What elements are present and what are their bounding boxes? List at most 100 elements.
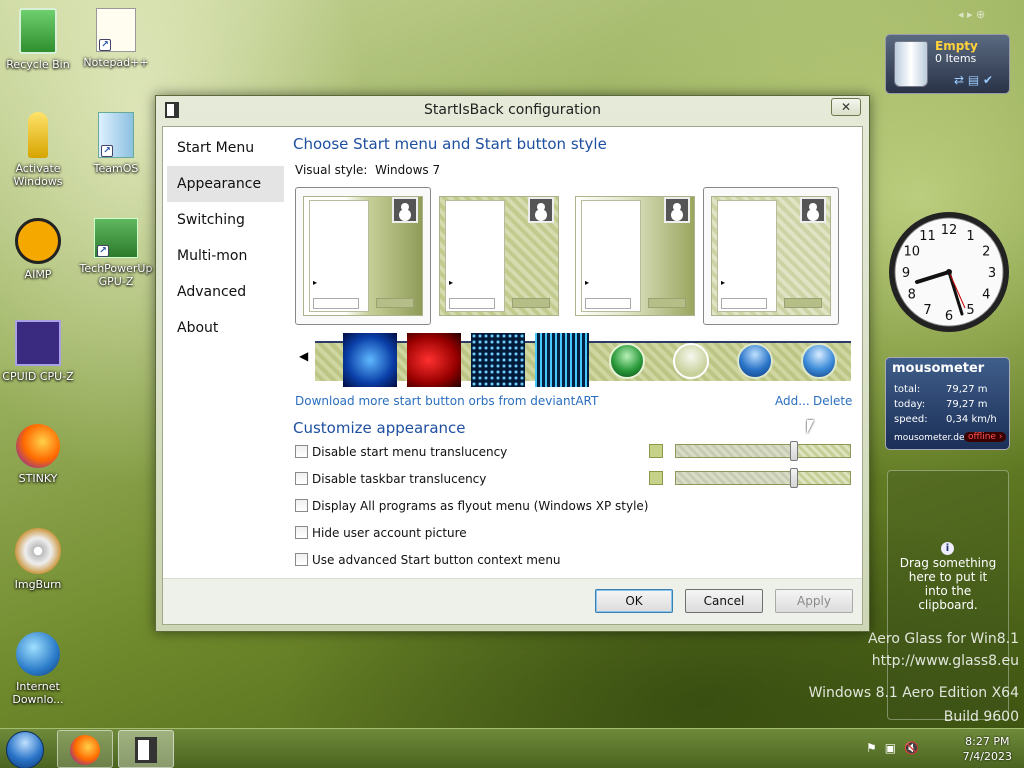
globe-download-icon (16, 632, 60, 676)
orb-clover[interactable] (609, 343, 645, 379)
desktop-icon-gpu-z[interactable]: ↗ TechPowerUp GPU-Z (78, 218, 154, 288)
recycle-actions[interactable]: ⇄ ▤ ✔ (954, 73, 993, 87)
desktop-icon-label: TeamOS (93, 162, 139, 175)
add-orb-link[interactable]: Add... (775, 394, 810, 408)
firefox-icon (16, 424, 60, 468)
close-button[interactable]: ✕ (831, 98, 861, 116)
window-titlebar[interactable]: StartIsBack configuration ✕ (156, 96, 869, 124)
cancel-button[interactable]: Cancel (685, 589, 763, 613)
recycle-bin-icon (19, 8, 57, 54)
checkbox[interactable] (295, 472, 308, 485)
style-thumbnail-4[interactable]: ▸ (703, 187, 839, 325)
disc-icon (15, 528, 61, 574)
option-advanced-context-menu[interactable]: Use advanced Start button context menu (295, 553, 561, 567)
slider-fill (676, 472, 794, 484)
taskbar-startisback-config[interactable] (118, 730, 174, 768)
clock-number: 5 (966, 303, 974, 318)
clipboard-gadget[interactable]: i Drag something here to put it into the… (887, 470, 1009, 720)
desktop-icon-stinky[interactable]: STINKY (0, 424, 76, 485)
clock-gadget[interactable]: 12 1 2 3 4 5 6 7 8 9 10 11 (887, 210, 1011, 334)
clock-number: 3 (988, 266, 996, 281)
checkbox[interactable] (295, 526, 308, 539)
sidebar-item-switching[interactable]: Switching (167, 202, 284, 238)
style-thumbnail-1[interactable]: ▸ (295, 187, 431, 325)
taskbar-firefox[interactable] (57, 730, 113, 768)
sidebar-item-about[interactable]: About (167, 310, 284, 346)
orb-blue-dots[interactable] (471, 333, 525, 387)
start-menu-opacity-slider[interactable] (675, 441, 851, 461)
desktop-icon-aimp[interactable]: AIMP (0, 218, 76, 281)
sidebar: Start Menu Appearance Switching Multi-mo… (163, 127, 288, 624)
apply-button[interactable]: Apply (775, 589, 853, 613)
desktop-icon-label: ImgBurn (14, 578, 62, 591)
ok-button[interactable]: OK (595, 589, 673, 613)
taskbar-color-swatch[interactable] (649, 471, 663, 485)
desktop-icon-idm[interactable]: Internet Downlo... (0, 632, 76, 706)
desktop-icon-label: Activate Windows (13, 162, 63, 188)
watermark-line-2: http://www.glass8.eu (871, 653, 1019, 669)
clock-number: 7 (923, 303, 931, 318)
slider-thumb[interactable] (789, 441, 798, 461)
start-button[interactable] (6, 731, 44, 768)
deviantart-link[interactable]: Download more start button orbs from dev… (295, 394, 598, 408)
gpu-card-icon: ↗ (94, 218, 138, 258)
sidebar-item-appearance[interactable]: Appearance (167, 166, 284, 202)
clock-number: 1 (966, 229, 974, 244)
startisback-config-window[interactable]: StartIsBack configuration ✕ Start Menu A… (155, 95, 870, 632)
clock-number: 12 (941, 223, 958, 238)
visual-style-label: Visual style: Windows 7 (295, 163, 441, 177)
mouse-cursor (807, 420, 814, 434)
window-client: Start Menu Appearance Switching Multi-mo… (162, 126, 863, 625)
window-title: StartIsBack configuration (424, 102, 601, 118)
orb-red[interactable] (407, 333, 461, 387)
visual-style-value: Windows 7 (375, 163, 441, 177)
taskbar-opacity-slider[interactable] (675, 468, 851, 488)
slider-thumb[interactable] (789, 468, 798, 488)
style-thumbnail-2[interactable]: ▸ (431, 187, 567, 325)
watermark-line-1: Aero Glass for Win8.1 (867, 631, 1019, 647)
sidebar-item-advanced[interactable]: Advanced (167, 274, 284, 310)
desktop-icon-teamos[interactable]: ↗ TeamOS (78, 112, 154, 175)
option-disable-taskbar-translucency[interactable]: Disable taskbar translucency (295, 472, 486, 486)
orb-blue-bars[interactable] (535, 333, 589, 387)
appearance-panel: Choose Start menu and Start button style… (293, 127, 862, 578)
sidebar-item-start-menu[interactable]: Start Menu (167, 130, 284, 166)
desktop-icon-label: Notepad++ (83, 56, 149, 69)
orb-scroll-left-button[interactable]: ◀ (299, 349, 308, 363)
checkbox[interactable] (295, 445, 308, 458)
delete-orb-link[interactable]: Delete (813, 394, 852, 408)
checkbox[interactable] (295, 499, 308, 512)
section-heading-customize: Customize appearance (293, 419, 466, 437)
desktop-icon-activate-windows[interactable]: Activate Windows (0, 112, 76, 188)
gadget-nav-arrows[interactable]: ◂ ▸ ⊕ (958, 8, 985, 21)
sidebar-item-multi-mon[interactable]: Multi-mon (167, 238, 284, 274)
desktop-icon-cpu-z[interactable]: CPUID CPU-Z (0, 320, 76, 383)
orb-windows-white[interactable] (673, 343, 709, 379)
mousometer-site[interactable]: mousometer.de (894, 433, 965, 443)
section-heading-style: Choose Start menu and Start button style (293, 135, 607, 153)
desktop-icon-recycle-bin[interactable]: Recycle Bin (0, 8, 76, 71)
orb-windows-7[interactable] (737, 343, 773, 379)
mousometer-gadget[interactable]: mousometer total: 79,27 m today: 79,27 m s… (885, 357, 1010, 450)
option-hide-user-picture[interactable]: Hide user account picture (295, 526, 467, 540)
style-thumbnail-3[interactable]: ▸ (567, 187, 703, 325)
folder-icon: ↗ (98, 112, 134, 158)
tray-clock[interactable]: 8:27 PM 7/4/2023 (963, 734, 1012, 764)
desktop-icon-label: AIMP (24, 268, 52, 281)
recycle-bin-gadget[interactable]: Empty 0 Items ⇄ ▤ ✔ (885, 34, 1010, 94)
option-flyout-all-programs[interactable]: Display All programs as flyout menu (Win… (295, 499, 648, 513)
desktop-icon-notepadpp[interactable]: ↗ Notepad++ (78, 8, 154, 69)
orb-blue-wave[interactable] (343, 333, 397, 387)
mousometer-row: today: 79,27 m (894, 399, 988, 410)
orb-windows-vista[interactable] (801, 343, 837, 379)
watermark-line-4: Build 9600 (943, 709, 1019, 725)
tray-icons[interactable]: ⚑▣🔇 (866, 741, 927, 755)
desktop-icon-imgburn[interactable]: ImgBurn (0, 528, 76, 591)
clock-number: 11 (919, 229, 936, 244)
checkbox[interactable] (295, 553, 308, 566)
option-disable-start-menu-translucency[interactable]: Disable start menu translucency (295, 445, 507, 459)
start-menu-color-swatch[interactable] (649, 444, 663, 458)
key-icon (28, 112, 48, 158)
notepad-plus-plus-icon: ↗ (96, 8, 136, 52)
recycle-count: 0 Items (935, 52, 977, 65)
